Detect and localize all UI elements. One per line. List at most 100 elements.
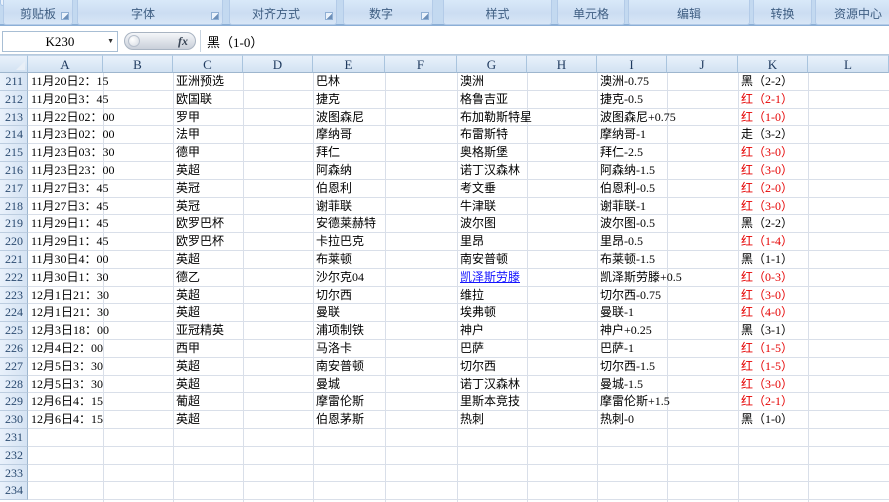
cell-league[interactable]: 英超 <box>176 162 200 180</box>
cell-result[interactable]: 红（3-0） <box>741 376 793 394</box>
name-box-dropdown-icon[interactable]: ▼ <box>107 37 114 46</box>
row-number[interactable]: 234 <box>0 482 28 501</box>
cell-home-team[interactable]: 布莱顿 <box>316 251 352 269</box>
cell-away-team[interactable]: 热刺 <box>460 411 484 429</box>
cell-away-team[interactable]: 澳洲 <box>460 73 484 91</box>
cell-home-team[interactable]: 伯恩茅斯 <box>316 411 364 429</box>
fx-icon[interactable]: fx <box>178 34 188 49</box>
cell-league[interactable]: 德乙 <box>176 269 200 287</box>
cell-home-team[interactable]: 阿森纳 <box>316 162 352 180</box>
cell-home-team[interactable]: 伯恩利 <box>316 180 352 198</box>
cell-result[interactable]: 红（1-0） <box>741 109 793 127</box>
cell-away-team[interactable]: 神户 <box>460 322 484 340</box>
cell-away-team[interactable]: 埃弗顿 <box>460 304 496 322</box>
cell-date[interactable]: 12月5日3：30 <box>31 376 103 394</box>
cell-handicap[interactable]: 摩纳哥-1 <box>600 126 646 144</box>
cell-league[interactable]: 英超 <box>176 251 200 269</box>
cell-away-team[interactable]: 诺丁汉森林 <box>460 162 520 180</box>
cell-league[interactable]: 英超 <box>176 287 200 305</box>
cell-league[interactable]: 英超 <box>176 304 200 322</box>
cell-handicap[interactable]: 曼城-1.5 <box>600 376 643 394</box>
column-header[interactable]: A <box>28 55 103 73</box>
row-number[interactable]: 223 <box>0 286 28 305</box>
cell-home-team[interactable]: 切尔西 <box>316 287 352 305</box>
column-header[interactable]: B <box>103 55 173 73</box>
cell-away-team[interactable]: 奥格斯堡 <box>460 144 508 162</box>
row-number[interactable]: 216 <box>0 161 28 180</box>
cell-league[interactable]: 英冠 <box>176 180 200 198</box>
cell-result[interactable]: 红（3-0） <box>741 287 793 305</box>
cell-league[interactable]: 葡超 <box>176 393 200 411</box>
row-number[interactable]: 214 <box>0 126 28 145</box>
cell-home-team[interactable]: 马洛卡 <box>316 340 352 358</box>
cell-date[interactable]: 11月30日4：00 <box>31 251 109 269</box>
cell-date[interactable]: 12月1日21：30 <box>31 287 109 305</box>
column-header[interactable]: K <box>738 55 808 73</box>
cell-league[interactable]: 亚冠精英 <box>176 322 224 340</box>
cell-home-team[interactable]: 拜仁 <box>316 144 340 162</box>
cell-date[interactable]: 11月29日1：45 <box>31 215 109 233</box>
cell-result[interactable]: 红（2-0） <box>741 180 793 198</box>
cell-away-team[interactable]: 切尔西 <box>460 358 496 376</box>
cell-result[interactable]: 红（1-5） <box>741 358 793 376</box>
row-number[interactable]: 232 <box>0 446 28 465</box>
cell-result[interactable]: 红（3-0） <box>741 162 793 180</box>
cell-handicap[interactable]: 波尔图-0.5 <box>600 215 655 233</box>
cell-date[interactable]: 11月22日02：00 <box>31 109 115 127</box>
cell-home-team[interactable]: 浦项制铁 <box>316 322 364 340</box>
cell-away-team[interactable]: 格鲁吉亚 <box>460 91 508 109</box>
cell-handicap[interactable]: 澳洲-0.75 <box>600 73 649 91</box>
cell-result[interactable]: 红（3-0） <box>741 144 793 162</box>
cell-result[interactable]: 红（1-4） <box>741 233 793 251</box>
cell-home-team[interactable]: 曼联 <box>316 304 340 322</box>
dialog-launcher-icon[interactable] <box>61 12 69 20</box>
row-number[interactable]: 230 <box>0 411 28 429</box>
cell-league[interactable]: 英冠 <box>176 198 200 216</box>
cell-league[interactable]: 英超 <box>176 411 200 429</box>
cell-league[interactable]: 罗甲 <box>176 109 200 127</box>
cell-result[interactable]: 红（2-1） <box>741 91 793 109</box>
cell-handicap[interactable]: 捷克-0.5 <box>600 91 643 109</box>
cell-home-team[interactable]: 波图森尼 <box>316 109 364 127</box>
cell-handicap[interactable]: 谢菲联-1 <box>600 198 646 216</box>
cell-result[interactable]: 红（2-1） <box>741 393 793 411</box>
cell-handicap[interactable]: 切尔西-0.75 <box>600 287 661 305</box>
row-number[interactable]: 211 <box>0 73 28 91</box>
column-header[interactable]: F <box>385 55 457 73</box>
cell-date[interactable]: 12月3日18：00 <box>31 322 109 340</box>
cell-away-team[interactable]: 凯泽斯劳滕 <box>460 269 520 287</box>
cell-away-team[interactable]: 波尔图 <box>460 215 496 233</box>
row-number[interactable]: 219 <box>0 215 28 234</box>
cell-home-team[interactable]: 卡拉巴克 <box>316 233 364 251</box>
row-number[interactable]: 212 <box>0 90 28 109</box>
cell-result[interactable]: 红（3-0） <box>741 198 793 216</box>
cell-away-team[interactable]: 里斯本竞技 <box>460 393 520 411</box>
cell-date[interactable]: 11月20日3：45 <box>31 91 109 109</box>
cell-away-team[interactable]: 布雷斯特 <box>460 126 508 144</box>
cell-away-team[interactable]: 牛津联 <box>460 198 496 216</box>
cell-handicap[interactable]: 布莱顿-1.5 <box>600 251 655 269</box>
cell-result[interactable]: 黑（1-0） <box>741 411 793 429</box>
cell-league[interactable]: 欧国联 <box>176 91 212 109</box>
row-number[interactable]: 233 <box>0 464 28 483</box>
cell-handicap[interactable]: 拜仁-2.5 <box>600 144 643 162</box>
column-header[interactable]: G <box>457 55 527 73</box>
dialog-launcher-icon[interactable] <box>325 12 333 20</box>
row-number[interactable]: 227 <box>0 357 28 376</box>
column-header[interactable]: I <box>597 55 667 73</box>
cell-result[interactable]: 红（0-3） <box>741 269 793 287</box>
row-number[interactable]: 224 <box>0 304 28 323</box>
cell-result[interactable]: 红（4-0） <box>741 304 793 322</box>
cell-date[interactable]: 11月23日03：30 <box>31 144 115 162</box>
cell-league[interactable]: 西甲 <box>176 340 200 358</box>
row-number[interactable]: 226 <box>0 339 28 358</box>
dialog-launcher-icon[interactable] <box>211 12 219 20</box>
cell-date[interactable]: 11月27日3：45 <box>31 198 109 216</box>
cell-handicap[interactable]: 波图森尼+0.75 <box>600 109 676 127</box>
cell-date[interactable]: 11月29日1：45 <box>31 233 109 251</box>
column-header[interactable]: L <box>808 55 889 73</box>
cell-home-team[interactable]: 摩雷伦斯 <box>316 393 364 411</box>
cell-date[interactable]: 12月1日21：30 <box>31 304 109 322</box>
cell-handicap[interactable]: 切尔西-1.5 <box>600 358 655 376</box>
cell-result[interactable]: 红（1-5） <box>741 340 793 358</box>
